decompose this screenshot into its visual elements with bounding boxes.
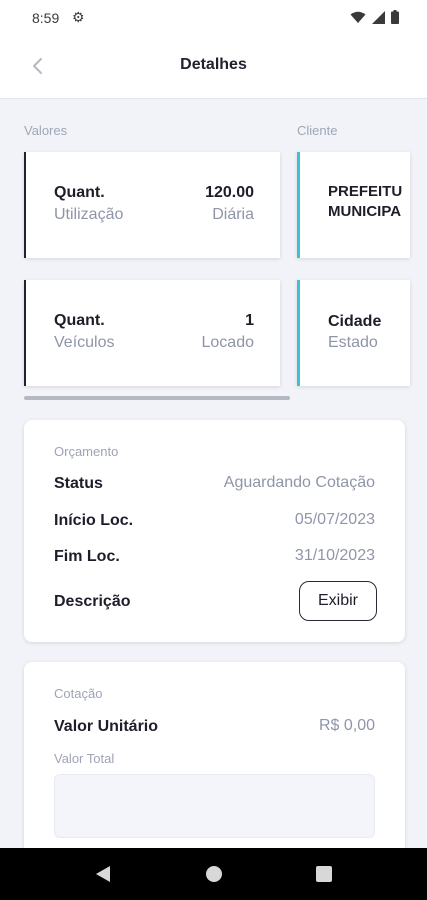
fim-loc-value: 31/10/2023	[294, 547, 375, 564]
status-bar: 8:59 ⚙	[0, 0, 427, 36]
horizontal-scrollbar[interactable]	[24, 396, 290, 400]
valores-card-utilizacao[interactable]: Quant. Utilização 120.00 Diária	[24, 152, 280, 258]
cliente-cidade-label: Cidade	[328, 313, 382, 330]
section-label-valores: Valores	[24, 123, 68, 138]
wifi-icon	[350, 11, 366, 23]
settings-gear-icon: ⚙	[72, 9, 85, 25]
valor-total-label: Valor Total	[54, 751, 115, 766]
valor-unitario-label: Valor Unitário	[54, 718, 159, 735]
inicio-loc-label: Início Loc.	[54, 512, 134, 529]
orcamento-card: Orçamento Status Aguardando Cotação Iníc…	[24, 420, 405, 642]
exibir-button[interactable]: Exibir	[299, 581, 377, 621]
cliente-card-cidade[interactable]: Cidade Estado	[297, 280, 410, 386]
card-sublabel-veiculos: Veículos	[54, 334, 115, 351]
nav-back-icon[interactable]	[94, 864, 112, 884]
card-label-quant: Quant.	[54, 312, 105, 329]
page-title: Detalhes	[180, 56, 247, 73]
card-sublabel-utilizacao: Utilização	[54, 206, 124, 223]
cliente-card-nome[interactable]: PREFEITU MUNICIPA	[297, 152, 410, 258]
nav-home-icon[interactable]	[205, 864, 223, 884]
app-bar: Detalhes	[0, 36, 427, 99]
cliente-estado-label: Estado	[328, 334, 378, 351]
section-label-cliente: Cliente	[297, 123, 338, 138]
battery-icon	[391, 10, 399, 24]
card-subvalue-locado: Locado	[201, 334, 255, 351]
cliente-nome-line1: PREFEITU	[328, 183, 403, 200]
valor-total-field[interactable]	[54, 774, 375, 838]
orcamento-heading: Orçamento	[54, 444, 119, 459]
signal-icon	[372, 10, 385, 24]
system-nav-bar	[0, 848, 427, 900]
cliente-nome-line2: MUNICIPA	[328, 203, 402, 220]
nav-recents-icon[interactable]	[315, 864, 333, 884]
valores-card-veiculos[interactable]: Quant. Veículos 1 Locado	[24, 280, 280, 386]
fim-loc-label: Fim Loc.	[54, 548, 120, 565]
card-label-quant: Quant.	[54, 184, 105, 201]
inicio-loc-value: 05/07/2023	[294, 511, 375, 528]
status-label: Status	[54, 475, 103, 492]
status-time: 8:59	[32, 10, 60, 26]
card-subvalue-diaria: Diária	[212, 206, 254, 223]
status-icons	[350, 10, 399, 24]
cotacao-heading: Cotação	[54, 686, 103, 701]
valor-unitario-value: R$ 0,00	[318, 717, 375, 734]
card-value-quantidade: 1	[245, 312, 254, 329]
descricao-label: Descrição	[54, 593, 131, 610]
card-value-quantidade: 120.00	[205, 184, 254, 201]
status-value: Aguardando Cotação	[223, 474, 375, 491]
